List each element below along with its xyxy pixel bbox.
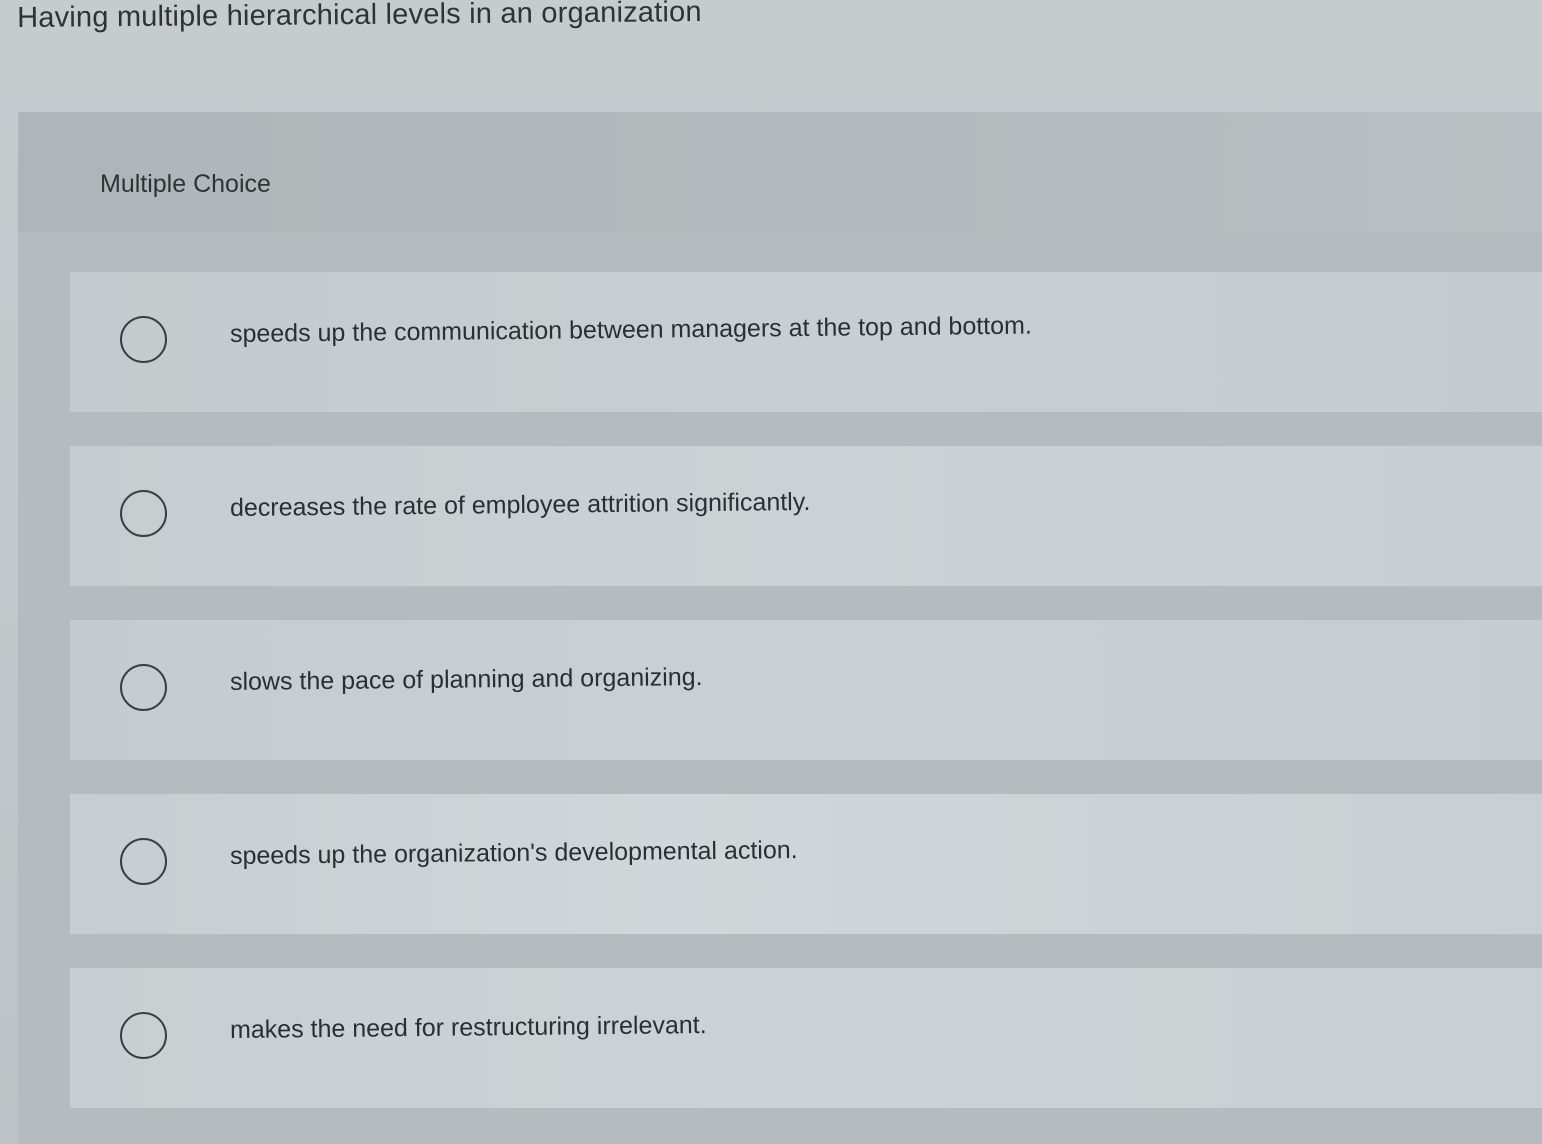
answer-option-text: slows the pace of planning and organizin…: [229, 663, 703, 696]
answer-option-4[interactable]: speeds up the organization's development…: [70, 794, 1542, 934]
answer-option-text: speeds up the organization's development…: [229, 836, 798, 870]
answer-option-5[interactable]: makes the need for restructuring irrelev…: [70, 968, 1542, 1108]
answer-option-text: decreases the rate of employee attrition…: [229, 487, 811, 522]
answer-option-text: makes the need for restructuring irrelev…: [229, 1011, 707, 1044]
question-type-label: Multiple Choice: [100, 170, 271, 198]
radio-unselected-icon[interactable]: [120, 316, 167, 363]
radio-unselected-icon[interactable]: [120, 838, 167, 885]
answer-option-1[interactable]: speeds up the communication between mana…: [70, 272, 1542, 412]
radio-unselected-icon[interactable]: [120, 664, 167, 711]
answer-options-list: speeds up the communication between mana…: [70, 272, 1542, 1142]
answer-option-text: speeds up the communication between mana…: [229, 311, 1033, 348]
answer-option-3[interactable]: slows the pace of planning and organizin…: [70, 620, 1542, 760]
multiple-choice-panel: Multiple Choice speeds up the communicat…: [18, 112, 1542, 1144]
radio-unselected-icon[interactable]: [120, 490, 167, 537]
radio-unselected-icon[interactable]: [120, 1012, 167, 1059]
panel-header: Multiple Choice: [18, 112, 1542, 232]
question-title: Having multiple hierarchical levels in a…: [17, 0, 702, 34]
answer-option-2[interactable]: decreases the rate of employee attrition…: [70, 446, 1542, 586]
